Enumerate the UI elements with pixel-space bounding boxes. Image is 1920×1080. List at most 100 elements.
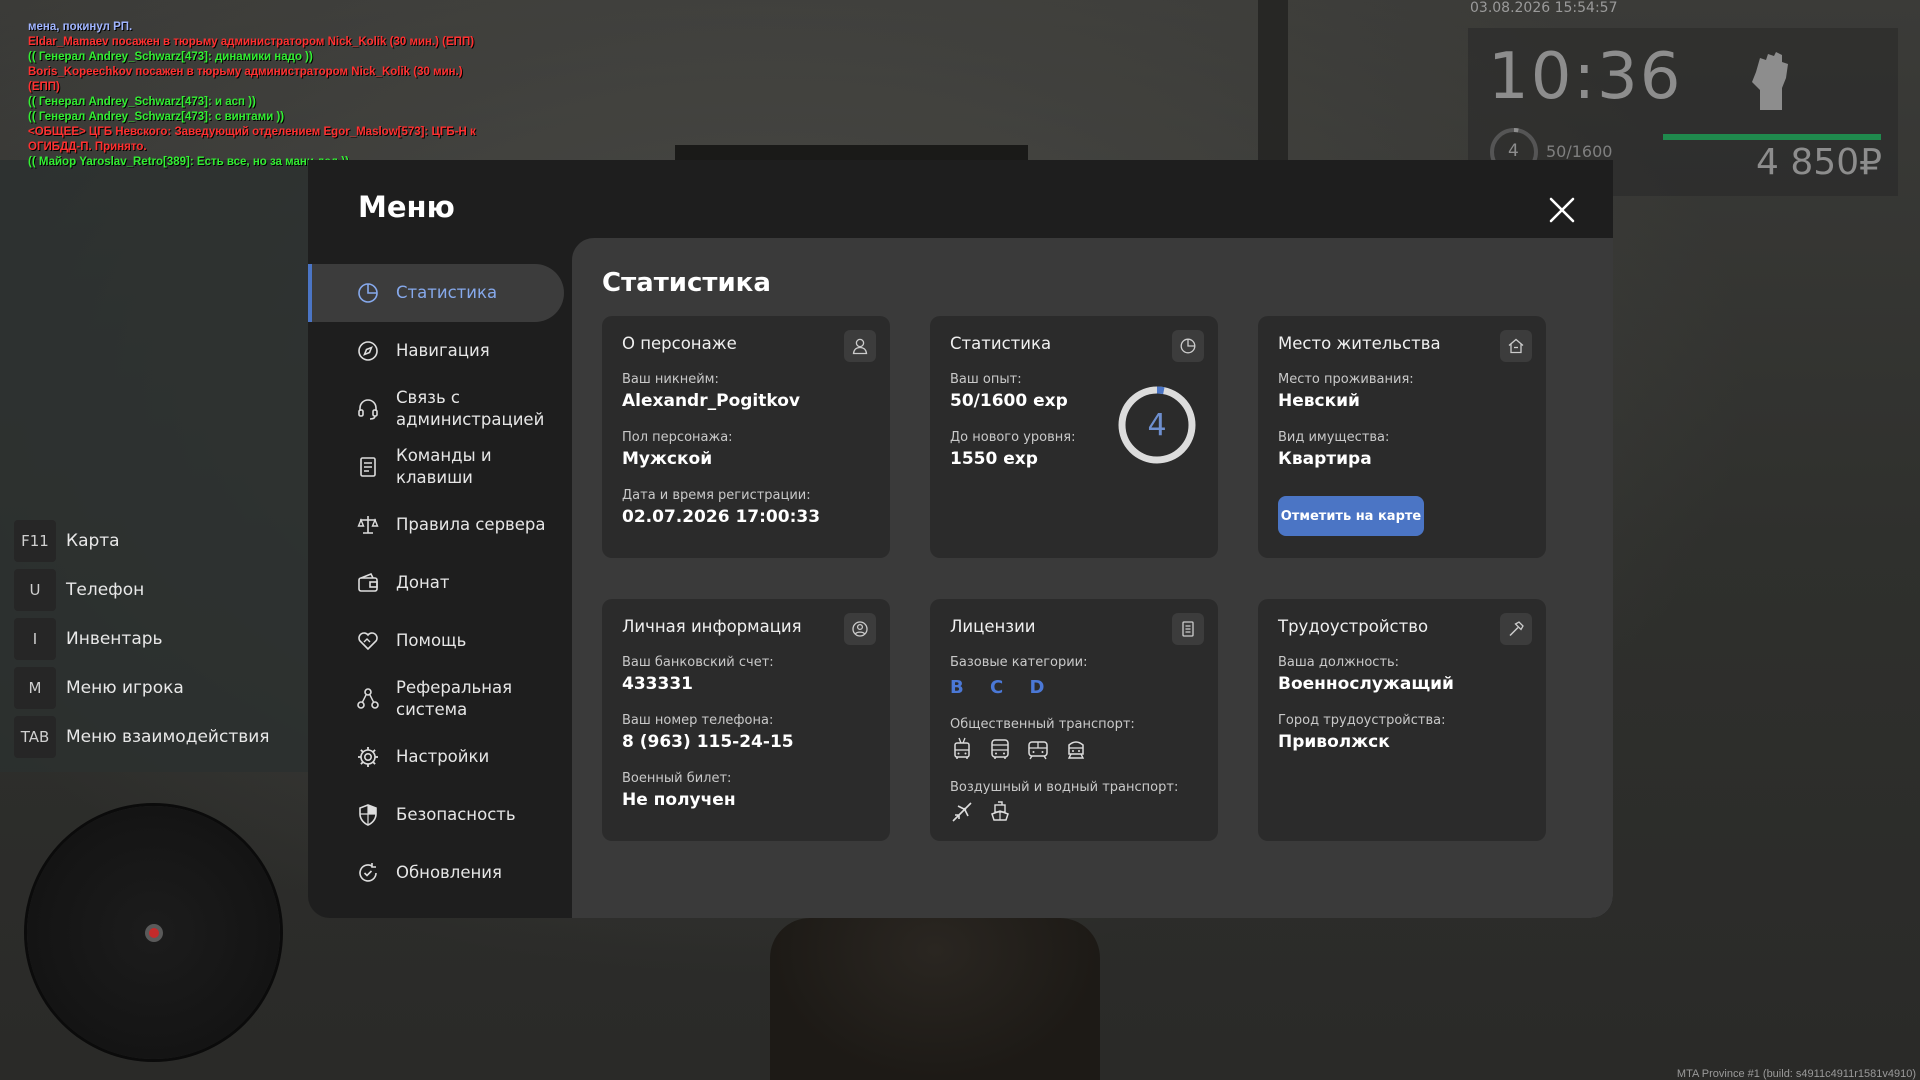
tram-icon [1028,741,1048,760]
keycap: I [14,617,56,660]
refresh-check-icon [359,863,377,882]
card-residence: Место жительства Место проживания: Невск… [1258,316,1546,558]
chat-line: ОГИБДД-П. Принято. [28,141,147,153]
nav-item-security[interactable]: Безопасность [308,786,564,844]
wallet-icon [358,572,378,592]
property-label: Вид имущества: [1278,430,1390,445]
world-pillar [1258,0,1288,180]
nav-item-donate[interactable]: Донат [308,554,564,612]
key-hint-interaction-menu: TAB Меню взаимодействия [14,712,270,761]
bank-value: 433331 [622,674,693,694]
scales-icon [357,516,379,534]
nav-label: Помощь [396,631,467,650]
fist-icon [1746,52,1794,118]
nav-label: Связь с администрацией [396,388,545,429]
position-label: Ваша должность: [1278,655,1400,670]
profile-circle-icon [844,613,876,645]
hud-datetime: 03.08.2026 15:54:57 [1470,0,1618,16]
job-city-value: Приволжск [1278,732,1390,752]
nav-item-referral[interactable]: Реферальная система [308,670,564,728]
key-label: Меню игрока [66,677,184,698]
compass-icon [358,341,378,361]
nav-item-rules[interactable]: Правила сервера [308,496,564,554]
chat-line: (( Генерал Andrey_Schwarz[473]: динамики… [28,51,313,63]
user-icon [844,330,876,362]
hud-clock: 10:36 [1488,40,1683,114]
nav-label: Донат [396,573,450,592]
hammer-icon [1500,613,1532,645]
next-level-value: 1550 exp [950,449,1038,469]
chat-line: Eldar_Mamaev посажен в тюрьму администра… [28,36,475,48]
health-bar [1663,134,1881,140]
nav-item-navigation[interactable]: Навигация [308,322,564,380]
nav-item-statistics[interactable]: Статистика [308,264,564,322]
handshake-heart-icon [358,632,378,651]
bank-label: Ваш банковский счет: [622,655,774,670]
card-title: О персонаже [622,334,737,353]
residence-label: Место проживания: [1278,372,1414,387]
chat-line: (( Генерал Andrey_Schwarz[473]: и асп )) [28,96,256,108]
airplane-icon [952,802,972,822]
nav-item-admin-contact[interactable]: Связь с администрацией [308,380,564,438]
hud-exp: 50/1600 [1546,142,1613,161]
chat-line: мена, покинул РП. [28,21,133,33]
nav-label: Команды и клавиши [396,446,492,487]
nav-item-help[interactable]: Помощь [308,612,564,670]
close-icon[interactable] [1546,194,1578,226]
referral-icon [357,688,379,709]
air-water-transport-icons [950,800,1012,824]
base-categories-value: B C D [950,677,1055,698]
document-icon [360,457,376,477]
card-personal-info: Личная информация Ваш банковский счет: 4… [602,599,890,841]
nickname-label: Ваш никнейм: [622,372,719,387]
content-title: Статистика [602,268,771,298]
mark-on-map-button[interactable]: Отметить на карте [1278,496,1424,536]
military-value: Не получен [622,790,736,810]
key-label: Телефон [66,579,145,600]
job-city-label: Город трудоустройства: [1278,713,1446,728]
key-hint-phone: U Телефон [14,565,270,614]
nav-item-settings[interactable]: Настройки [308,728,564,786]
registration-label: Дата и время регистрации: [622,488,811,503]
key-label: Карта [66,530,120,551]
ship-icon [991,801,1009,821]
nav-item-commands[interactable]: Команды и клавиши [308,438,564,496]
keycap: TAB [14,715,56,758]
key-hint-map: F11 Карта [14,516,270,565]
player-blip-icon [145,924,163,942]
base-categories-label: Базовые категории: [950,655,1088,670]
minimap [27,806,280,1059]
hud-level: 4 [1508,141,1519,161]
position-value: Военнослужащий [1278,674,1454,694]
nav-label: Реферальная система [396,678,513,719]
menu-title: Меню [358,190,455,224]
chat-line: <ОБЩЕЕ> ЦГБ Невского: Заведующий отделен… [28,126,476,138]
card-character: О персонаже Ваш никнейм: Alexandr_Pogitk… [602,316,890,558]
card-statistics: Статистика Ваш опыт: 50/1600 exp До ново… [930,316,1218,558]
key-hint-inventory: I Инвентарь [14,614,270,663]
nav-label: Безопасность [396,805,516,824]
build-info: MTA Province #1 (build: s4911c4911r1581v… [1676,1068,1916,1080]
chat-log: мена, покинул РП. Eldar_Mamaev посажен в… [28,20,476,170]
exp-label: Ваш опыт: [950,372,1022,387]
property-value: Квартира [1278,449,1372,469]
card-title: Личная информация [622,617,802,636]
air-water-transport-label: Воздушный и водный транспорт: [950,780,1179,795]
level-number: 4 [1147,407,1167,443]
public-transport-label: Общественный транспорт: [950,717,1135,732]
nav-label: Настройки [396,747,490,766]
train-icon [1067,741,1085,759]
gender-value: Мужской [622,449,713,469]
pie-chart-icon [1172,330,1204,362]
card-title: Статистика [950,334,1052,353]
card-title: Трудоустройство [1278,617,1429,636]
nav-label: Обновления [396,863,502,882]
statistics-content: Статистика О персонаже Ваш никнейм: Alex… [572,238,1613,918]
phone-label: Ваш номер телефона: [622,713,774,728]
world-beam [675,145,1028,161]
keycap: F11 [14,519,56,562]
nav-item-updates[interactable]: Обновления [308,844,564,902]
card-employment: Трудоустройство Ваша должность: Военносл… [1258,599,1546,841]
player-character [770,918,1100,1080]
license-icon [1172,613,1204,645]
